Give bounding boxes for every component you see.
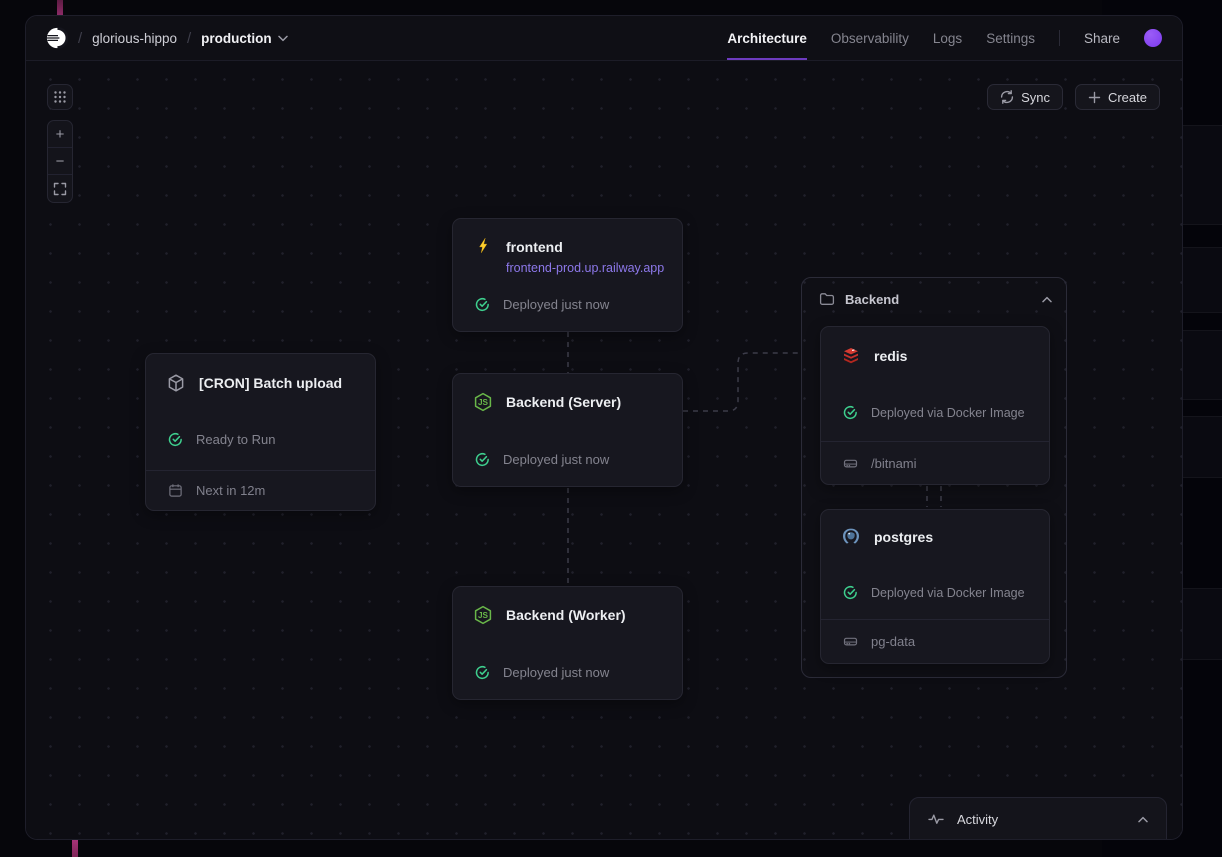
node-header: Backend (Worker) bbox=[473, 605, 626, 625]
breadcrumb-separator: / bbox=[78, 30, 82, 47]
nav-divider bbox=[1059, 30, 1060, 46]
tab-observability[interactable]: Observability bbox=[831, 16, 909, 60]
calendar-icon bbox=[168, 483, 183, 498]
check-circle-icon bbox=[168, 432, 183, 447]
deploy-status: Deployed via Docker Image bbox=[843, 405, 1025, 420]
dots-grid-icon bbox=[52, 89, 68, 105]
service-node-frontend[interactable]: frontend frontend-prod.up.railway.app De… bbox=[452, 218, 683, 332]
activity-label: Activity bbox=[957, 812, 998, 827]
group-title: Backend bbox=[845, 292, 899, 307]
pulse-icon bbox=[928, 811, 944, 827]
node-title: redis bbox=[874, 348, 907, 364]
node-header: redis bbox=[841, 346, 907, 366]
postgres-icon bbox=[841, 527, 861, 547]
share-button[interactable]: Share bbox=[1084, 31, 1120, 46]
deploy-status: Deployed just now bbox=[475, 665, 609, 680]
folder-icon bbox=[819, 291, 835, 307]
zoom-out-button[interactable]: − bbox=[48, 148, 72, 175]
breadcrumb: / glorious-hippo / production bbox=[46, 27, 288, 49]
deploy-status-text: Deployed via Docker Image bbox=[871, 586, 1025, 600]
environment-name: production bbox=[201, 31, 272, 46]
group-header[interactable]: Backend bbox=[819, 291, 1052, 307]
deploy-status: Ready to Run bbox=[168, 432, 276, 447]
cube-icon bbox=[166, 373, 186, 393]
deploy-status: Deployed via Docker Image bbox=[843, 585, 1025, 600]
service-node-redis[interactable]: redis Deployed via Docker Image /bitnami bbox=[820, 326, 1050, 485]
tab-logs[interactable]: Logs bbox=[933, 16, 962, 60]
tab-architecture[interactable]: Architecture bbox=[727, 16, 807, 60]
volume-row: /bitnami bbox=[821, 441, 1049, 484]
node-title: Backend (Worker) bbox=[506, 607, 626, 623]
node-header: [CRON] Batch upload bbox=[166, 373, 342, 393]
activity-panel[interactable]: Activity bbox=[909, 797, 1167, 840]
node-title: postgres bbox=[874, 529, 933, 545]
avatar[interactable] bbox=[1144, 29, 1162, 47]
deploy-status-text: Deployed just now bbox=[503, 297, 609, 312]
redis-icon bbox=[841, 346, 861, 366]
create-button[interactable]: Create bbox=[1075, 84, 1160, 110]
laser-line-top bbox=[57, 0, 63, 15]
node-header: postgres bbox=[841, 527, 933, 547]
sync-label: Sync bbox=[1021, 90, 1050, 105]
connection-server-backend-group bbox=[683, 353, 801, 411]
chevron-up-icon[interactable] bbox=[1042, 296, 1052, 303]
deploy-status: Deployed just now bbox=[475, 452, 609, 467]
check-circle-icon bbox=[475, 297, 490, 312]
service-node-backend-server[interactable]: Backend (Server) Deployed just now bbox=[452, 373, 683, 487]
deploy-status-text: Deployed just now bbox=[503, 452, 609, 467]
canvas-actions: Sync Create bbox=[987, 84, 1160, 110]
plus-icon bbox=[1088, 91, 1101, 104]
node-header: Backend (Server) bbox=[473, 392, 621, 412]
check-circle-icon bbox=[843, 585, 858, 600]
deploy-status-text: Deployed just now bbox=[503, 665, 609, 680]
laser-line-bottom bbox=[72, 840, 78, 857]
layout-grid-button[interactable] bbox=[47, 84, 73, 110]
sync-button[interactable]: Sync bbox=[987, 84, 1063, 110]
service-domain-link[interactable]: frontend-prod.up.railway.app bbox=[506, 261, 664, 275]
node-title: [CRON] Batch upload bbox=[199, 375, 342, 391]
tab-settings[interactable]: Settings bbox=[986, 16, 1035, 60]
nodejs-icon bbox=[473, 392, 493, 412]
chevron-down-icon bbox=[278, 35, 288, 42]
nav-actions: Architecture Observability Logs Settings… bbox=[727, 16, 1162, 60]
service-node-backend-worker[interactable]: Backend (Worker) Deployed just now bbox=[452, 586, 683, 700]
deploy-status: Deployed just now bbox=[475, 297, 609, 312]
cron-next-run: Next in 12m bbox=[196, 483, 265, 498]
service-node-cron[interactable]: [CRON] Batch upload Ready to Run Next in… bbox=[145, 353, 376, 511]
volume-row: pg-data bbox=[821, 619, 1049, 663]
node-header: frontend bbox=[473, 237, 563, 257]
volume-path: /bitnami bbox=[871, 456, 917, 471]
service-group-backend[interactable]: Backend redis Deployed via Docker Image … bbox=[801, 277, 1067, 678]
service-node-postgres[interactable]: postgres Deployed via Docker Image pg-da… bbox=[820, 509, 1050, 664]
deploy-status-text: Deployed via Docker Image bbox=[871, 406, 1025, 420]
zoom-controls: + − bbox=[47, 120, 73, 203]
volume-path: pg-data bbox=[871, 634, 915, 649]
deploy-status-text: Ready to Run bbox=[196, 432, 276, 447]
environment-selector[interactable]: production bbox=[201, 31, 288, 46]
drive-icon bbox=[843, 456, 858, 471]
architecture-canvas[interactable]: + − Sync Create frontend frontend-prod.u bbox=[26, 61, 1182, 840]
breadcrumb-separator: / bbox=[187, 30, 191, 47]
expand-icon bbox=[53, 182, 67, 196]
check-circle-icon bbox=[475, 665, 490, 680]
app-panel: / glorious-hippo / production Architectu… bbox=[25, 15, 1183, 840]
breadcrumb-project[interactable]: glorious-hippo bbox=[92, 31, 177, 46]
vite-icon bbox=[473, 237, 493, 257]
check-circle-icon bbox=[843, 405, 858, 420]
railway-logo-icon[interactable] bbox=[46, 27, 68, 49]
node-title: Backend (Server) bbox=[506, 394, 621, 410]
fit-view-button[interactable] bbox=[48, 175, 72, 202]
zoom-in-button[interactable]: + bbox=[48, 121, 72, 148]
nodejs-icon bbox=[473, 605, 493, 625]
chevron-up-icon[interactable] bbox=[1138, 816, 1148, 823]
top-navbar: / glorious-hippo / production Architectu… bbox=[26, 16, 1182, 61]
node-title: frontend bbox=[506, 239, 563, 255]
cron-schedule-row: Next in 12m bbox=[146, 470, 375, 510]
check-circle-icon bbox=[475, 452, 490, 467]
drive-icon bbox=[843, 634, 858, 649]
create-label: Create bbox=[1108, 90, 1147, 105]
sync-icon bbox=[1000, 90, 1014, 104]
